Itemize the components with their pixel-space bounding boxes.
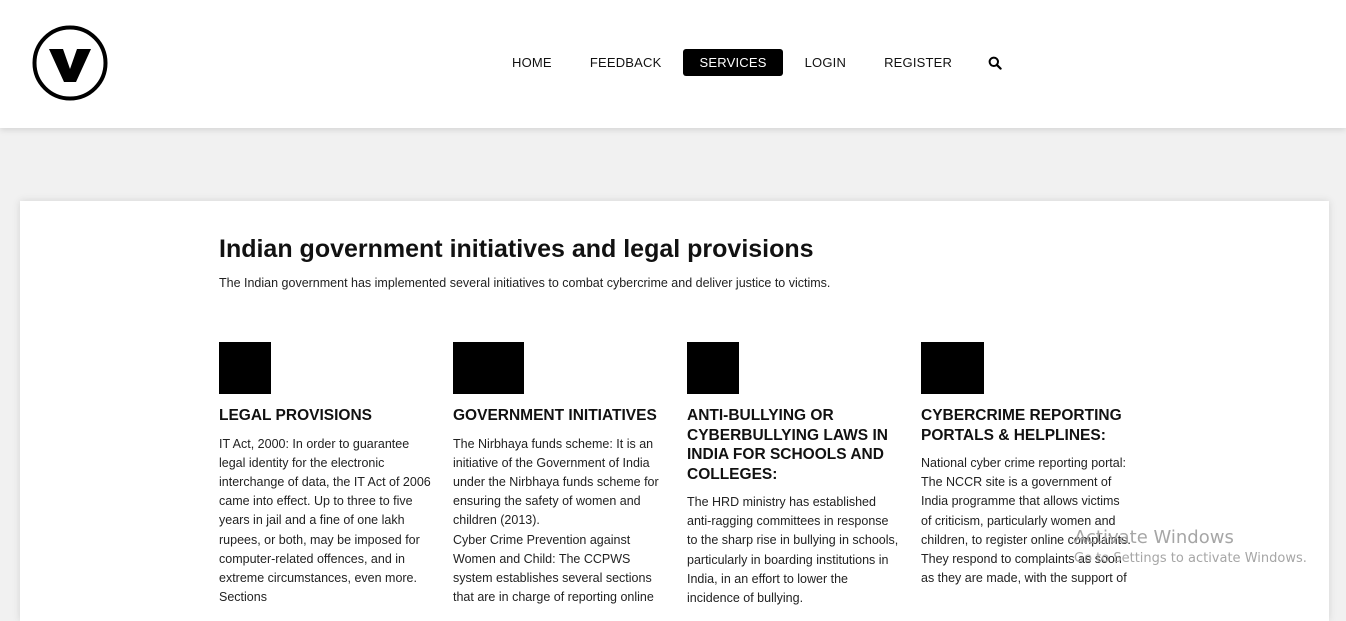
column-image [453,342,524,394]
nav-services[interactable]: SERVICES [683,49,783,76]
main-nav: HOME FEEDBACK SERVICES LOGIN REGISTER [496,49,1002,76]
column-legal-provisions: LEGAL PROVISIONS IT Act, 2000: In order … [219,342,431,607]
column-image [687,342,739,394]
column-heading: ANTI-BULLYING OR CYBERBULLYING LAWS IN I… [687,407,888,483]
page-title: Indian government initiatives and legal … [219,235,814,263]
nav-login[interactable]: LOGIN [789,49,862,76]
column-heading: GOVERNMENT INITIATIVES [453,407,657,424]
column-text: National cyber crime reporting portal: T… [921,456,1131,586]
column-text: The Nirbhaya funds scheme: It is an init… [453,436,659,605]
column-government-initiatives: GOVERNMENT INITIATIVES The Nirbhaya fund… [453,342,665,607]
nav-feedback[interactable]: FEEDBACK [574,49,678,76]
brand-logo[interactable] [32,25,108,101]
column-reporting-portals: CYBERCRIME REPORTING PORTALS & HELPLINES… [921,342,1133,588]
content-card: Indian government initiatives and legal … [20,201,1329,621]
page-subtitle: The Indian government has implemented se… [219,276,831,290]
nav-register[interactable]: REGISTER [868,49,968,76]
nav-home[interactable]: HOME [496,49,568,76]
column-heading: LEGAL PROVISIONS [219,407,373,424]
column-image [921,342,984,394]
site-header: HOME FEEDBACK SERVICES LOGIN REGISTER [0,0,1346,128]
column-anti-bullying: ANTI-BULLYING OR CYBERBULLYING LAWS IN I… [687,342,899,608]
column-image [219,342,271,394]
search-icon[interactable] [988,56,1002,70]
column-text: The HRD ministry has established anti-ra… [687,495,899,606]
column-heading: CYBERCRIME REPORTING PORTALS & HELPLINES… [921,407,1122,444]
column-text: IT Act, 2000: In order to guarantee lega… [219,436,431,605]
